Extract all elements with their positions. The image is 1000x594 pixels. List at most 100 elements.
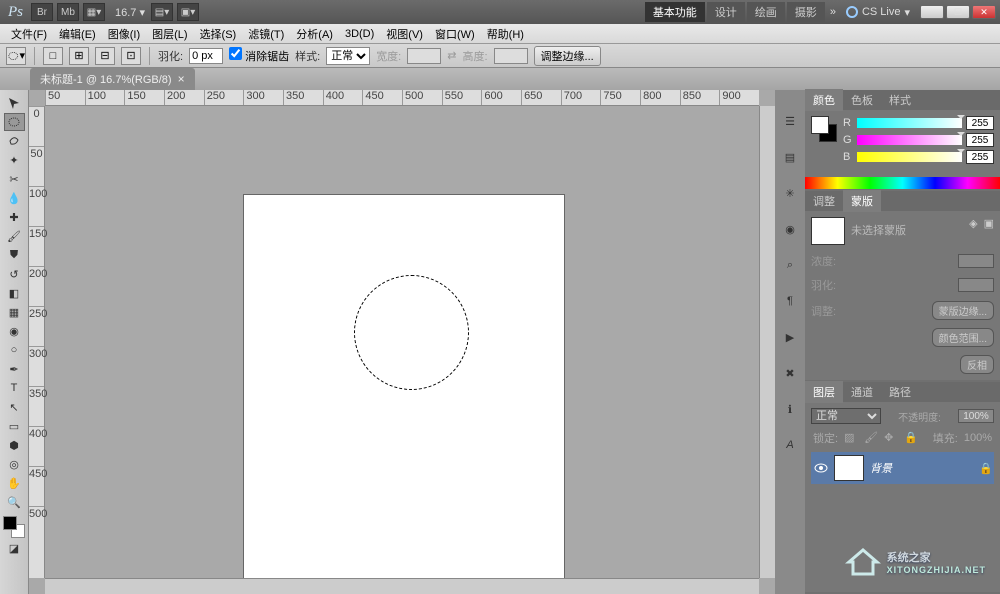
document-tab[interactable]: 未标题-1 @ 16.7%(RGB/8) × bbox=[30, 68, 195, 90]
workspace-basic[interactable]: 基本功能 bbox=[645, 2, 705, 22]
r-slider[interactable] bbox=[857, 118, 962, 128]
opacity-value[interactable]: 100% bbox=[958, 409, 994, 423]
lock-all-icon[interactable]: 🔒 bbox=[904, 431, 918, 445]
g-value[interactable]: 255 bbox=[966, 133, 994, 147]
tab-paths[interactable]: 路径 bbox=[881, 381, 919, 403]
blur-tool[interactable]: ◉ bbox=[4, 322, 25, 340]
blend-mode-select[interactable]: 正常 bbox=[811, 408, 881, 424]
color-spectrum[interactable] bbox=[805, 177, 1000, 189]
tab-adjustments[interactable]: 调整 bbox=[805, 190, 843, 212]
menu-edit[interactable]: 编辑(E) bbox=[54, 24, 101, 44]
wand-tool[interactable]: ✦ bbox=[4, 151, 25, 169]
eyedropper-tool[interactable]: 💧 bbox=[4, 189, 25, 207]
cslive-button[interactable]: CS Live ▾ bbox=[846, 6, 910, 19]
type-tool[interactable]: T bbox=[4, 379, 25, 397]
b-slider[interactable] bbox=[857, 152, 962, 162]
panel-color-swatch[interactable] bbox=[811, 116, 837, 142]
tab-masks[interactable]: 蒙版 bbox=[843, 190, 881, 212]
3dcam-tool[interactable]: ◎ bbox=[4, 455, 25, 473]
menu-layer[interactable]: 图层(L) bbox=[147, 24, 192, 44]
mask-edge-button[interactable]: 蒙版边缘... bbox=[932, 301, 994, 320]
feather-input[interactable] bbox=[189, 48, 223, 64]
move-tool[interactable] bbox=[4, 94, 25, 112]
menu-select[interactable]: 选择(S) bbox=[195, 24, 242, 44]
stamp-tool[interactable]: ⛊ bbox=[4, 246, 25, 264]
lock-transparency-icon[interactable]: ▨ bbox=[844, 431, 858, 445]
clone-icon[interactable]: ◉ bbox=[779, 218, 801, 240]
menu-view[interactable]: 视图(V) bbox=[381, 24, 428, 44]
tab-swatches[interactable]: 色板 bbox=[843, 89, 881, 111]
workspace-photo[interactable]: 摄影 bbox=[787, 2, 825, 22]
subtract-selection-icon[interactable]: ⊟ bbox=[95, 47, 115, 65]
r-value[interactable]: 255 bbox=[966, 116, 994, 130]
tab-styles[interactable]: 样式 bbox=[881, 89, 919, 111]
extras-button[interactable]: ▣▾ bbox=[177, 3, 199, 21]
document-tab-close[interactable]: × bbox=[178, 72, 185, 86]
tab-channels[interactable]: 通道 bbox=[843, 381, 881, 403]
info-icon[interactable]: ℹ bbox=[779, 398, 801, 420]
workspace-more[interactable]: » bbox=[830, 6, 836, 18]
lasso-tool[interactable] bbox=[4, 132, 25, 150]
layer-row[interactable]: 背景 🔒 bbox=[811, 452, 994, 484]
menu-3d[interactable]: 3D(D) bbox=[340, 26, 379, 42]
tool-preset-dock-icon[interactable]: ✖ bbox=[779, 362, 801, 384]
tab-layers[interactable]: 图层 bbox=[805, 381, 843, 403]
b-value[interactable]: 255 bbox=[966, 150, 994, 164]
antialias-checkbox[interactable]: 消除锯齿 bbox=[229, 47, 289, 64]
marquee-tool[interactable] bbox=[4, 113, 25, 131]
refine-edge-button[interactable]: 调整边缘... bbox=[534, 46, 601, 66]
menu-image[interactable]: 图像(I) bbox=[103, 24, 145, 44]
tool-preset-icon[interactable]: ▾ bbox=[6, 47, 26, 65]
arrange-docs-button[interactable]: ▤▾ bbox=[151, 3, 173, 21]
pixel-mask-icon[interactable]: ▣ bbox=[984, 217, 994, 230]
color-swatch[interactable] bbox=[3, 516, 25, 538]
actions-icon[interactable]: ▶ bbox=[779, 326, 801, 348]
tab-color[interactable]: 颜色 bbox=[805, 89, 843, 111]
path-select-tool[interactable]: ↖ bbox=[4, 398, 25, 416]
3d-tool[interactable]: ⬢ bbox=[4, 436, 25, 454]
nav-icon[interactable]: ⌕ bbox=[779, 254, 801, 276]
vector-mask-icon[interactable]: ◈ bbox=[969, 217, 977, 230]
eraser-tool[interactable]: ◧ bbox=[4, 284, 25, 302]
menu-analysis[interactable]: 分析(A) bbox=[291, 24, 338, 44]
char-icon[interactable]: ¶ bbox=[779, 290, 801, 312]
workspace-design[interactable]: 设计 bbox=[707, 2, 745, 22]
close-button[interactable]: ✕ bbox=[972, 5, 996, 19]
g-slider[interactable] bbox=[857, 135, 962, 145]
menu-help[interactable]: 帮助(H) bbox=[482, 24, 529, 44]
swatches-icon[interactable]: ▤ bbox=[779, 146, 801, 168]
dodge-tool[interactable]: ○ bbox=[4, 341, 25, 359]
heal-tool[interactable]: ✚ bbox=[4, 208, 25, 226]
shape-tool[interactable]: ▭ bbox=[4, 417, 25, 435]
bridge-button[interactable]: Br bbox=[31, 3, 53, 21]
screen-mode-button[interactable]: ▦▾ bbox=[83, 3, 105, 21]
add-selection-icon[interactable]: ⊞ bbox=[69, 47, 89, 65]
lock-move-icon[interactable]: ✥ bbox=[884, 431, 898, 445]
lock-paint-icon[interactable]: 🖌 bbox=[864, 431, 878, 445]
menu-window[interactable]: 窗口(W) bbox=[430, 24, 480, 44]
document-canvas[interactable] bbox=[244, 195, 564, 594]
style-select[interactable]: 正常 bbox=[326, 47, 370, 65]
gradient-tool[interactable]: ▦ bbox=[4, 303, 25, 321]
hand-tool[interactable]: ✋ bbox=[4, 474, 25, 492]
brush-tool[interactable]: 🖌 bbox=[4, 227, 25, 245]
minimize-button[interactable]: ─ bbox=[920, 5, 944, 19]
invert-button[interactable]: 反相 bbox=[960, 355, 994, 374]
fill-value[interactable]: 100% bbox=[964, 432, 992, 444]
zoom-tool[interactable]: 🔍 bbox=[4, 493, 25, 511]
menu-filter[interactable]: 滤镜(T) bbox=[243, 24, 289, 44]
pen-tool[interactable]: ✒ bbox=[4, 360, 25, 378]
scrollbar-horizontal[interactable] bbox=[45, 578, 759, 594]
color-range-button[interactable]: 颜色范围... bbox=[932, 328, 994, 347]
menu-file[interactable]: 文件(F) bbox=[6, 24, 52, 44]
scrollbar-vertical[interactable] bbox=[759, 106, 775, 578]
history-brush-tool[interactable]: ↺ bbox=[4, 265, 25, 283]
quickmask-toggle[interactable]: ◪ bbox=[4, 539, 25, 557]
workspace-paint[interactable]: 绘画 bbox=[747, 2, 785, 22]
minibridge-button[interactable]: Mb bbox=[57, 3, 79, 21]
brushes-icon[interactable]: ✳ bbox=[779, 182, 801, 204]
new-selection-icon[interactable]: □ bbox=[43, 47, 63, 65]
visibility-icon[interactable] bbox=[814, 461, 828, 475]
history-icon[interactable]: ☰ bbox=[779, 110, 801, 132]
crop-tool[interactable]: ✂ bbox=[4, 170, 25, 188]
